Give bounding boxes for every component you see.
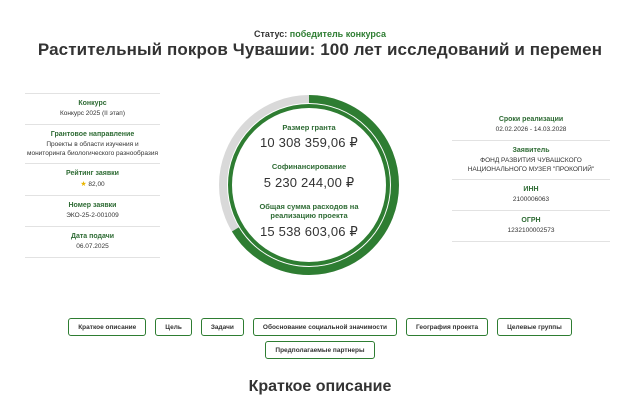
tab-tasks[interactable]: Задачи [200, 318, 244, 336]
tab-geography[interactable]: География проекта [406, 318, 489, 336]
info-label: Грантовое направление [50, 130, 135, 138]
total-value: 15 538 603,06 ₽ [259, 223, 359, 239]
tab-row-secondary: Предполагаемые партнеры [0, 341, 640, 359]
status-value: победитель конкурса [289, 29, 387, 39]
tab-target-groups[interactable]: Целевые группы [497, 318, 572, 336]
info-contest: Конкурс Конкурс 2025 (II этап) [25, 93, 160, 124]
status-label: Статус: [253, 29, 288, 39]
section-heading: Краткое описание [248, 378, 392, 395]
tab-goal[interactable]: Цель [155, 318, 192, 336]
info-value: 1232100002573 [507, 227, 555, 235]
cofinancing-value: 5 230 244,00 ₽ [263, 174, 355, 190]
grant-label: Размер гранта [282, 123, 336, 132]
info-value: Конкурс 2025 (II этап) [60, 110, 125, 117]
rating-value: 82,00 [88, 181, 105, 189]
info-application-number: Номер заявки ЭКО-25-2-001009 [25, 195, 160, 226]
finance-summary: Размер гранта 10 308 359,06 ₽ Софинансир… [214, 123, 404, 251]
info-grant-direction: Грантовое направление Проекты в области … [25, 123, 160, 164]
info-value: 02.02.2026 - 14.03.2028 [495, 126, 567, 133]
info-label: Рейтинг заявки [66, 170, 119, 178]
right-info-column: Сроки реализации 02.02.2026 - 14.03.2028… [452, 110, 610, 242]
info-value: 2100006063 [512, 196, 550, 204]
info-implementation-period: Сроки реализации 02.02.2026 - 14.03.2028 [452, 110, 610, 141]
tab-row-primary: Краткое описание Цель Задачи Обоснование… [0, 318, 640, 336]
info-submission-date: Дата подачи 06.07.2025 [25, 225, 160, 258]
info-value: ★ 82,00 [27, 180, 158, 190]
info-label: Сроки реализации [498, 116, 564, 123]
total-label: Общая сумма расходов на реализацию проек… [259, 201, 359, 221]
tab-social-significance[interactable]: Обоснование социальной значимости [252, 318, 398, 336]
info-ogrn: ОГРН 1232100002573 [452, 211, 610, 242]
info-label: Заявитель [512, 146, 550, 154]
info-inn: ИНН 2100006063 [452, 180, 610, 212]
info-value: Проекты в области изучения и мониторинга… [27, 140, 159, 157]
info-label: ИНН [523, 186, 539, 194]
info-applicant: Заявитель ФОНД РАЗВИТИЯ ЧУВАШСКОГО НАЦИО… [452, 141, 610, 181]
star-icon: ★ [80, 181, 87, 189]
status-line: Статус: победитель конкурса [0, 29, 640, 39]
info-label: Конкурс [78, 100, 107, 107]
info-value: 06.07.2025 [76, 242, 109, 250]
info-value: ФОНД РАЗВИТИЯ ЧУВАШСКОГО НАЦИОНАЛЬНОГО М… [467, 156, 595, 173]
info-value: ЭКО-25-2-001009 [66, 212, 119, 220]
cofinancing-label: Софинансирование [271, 162, 347, 172]
page-title: Растительный покров Чувашии: 100 лет исс… [37, 40, 603, 59]
info-label: ОГРН [521, 217, 541, 225]
tab-short-description[interactable]: Краткое описание [68, 318, 147, 336]
info-rating: Рейтинг заявки ★ 82,00 [25, 163, 160, 195]
grant-value: 10 308 359,06 ₽ [259, 135, 359, 151]
info-label: Номер заявки [68, 202, 117, 210]
tab-partners[interactable]: Предполагаемые партнеры [265, 341, 375, 359]
left-info-column: Конкурс Конкурс 2025 (II этап) Грантовое… [25, 93, 160, 258]
info-label: Дата подачи [70, 232, 115, 240]
finance-ring: Размер гранта 10 308 359,06 ₽ Софинансир… [214, 90, 404, 280]
